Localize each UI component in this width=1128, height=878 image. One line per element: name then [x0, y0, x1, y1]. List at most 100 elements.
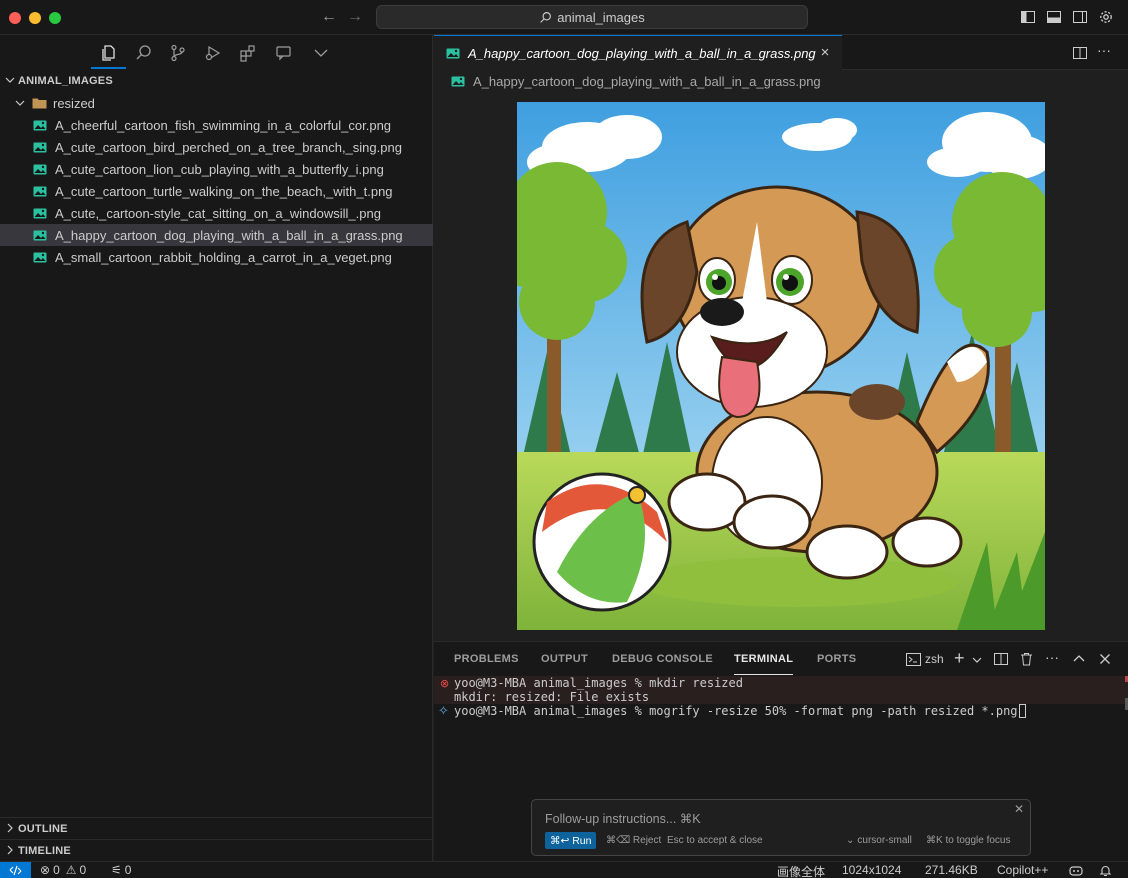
- problems-status[interactable]: ⊗ 0 ⚠ 0: [40, 863, 86, 877]
- file-label: A_cute,_cartoon-style_cat_sitting_on_a_w…: [55, 205, 381, 221]
- breadcrumb-file[interactable]: A_happy_cartoon_dog_playing_with_a_ball_…: [473, 74, 821, 89]
- file-label: A_cheerful_cartoon_fish_swimming_in_a_co…: [55, 117, 392, 133]
- more-actions-icon[interactable]: ···: [1097, 42, 1111, 58]
- toggle-secondary-sidebar-icon[interactable]: [1072, 9, 1088, 25]
- image-dimensions: 1024x1024: [842, 863, 902, 877]
- chat-icon[interactable]: [275, 44, 293, 62]
- error-count: 0: [53, 863, 60, 877]
- folder-icon: [32, 98, 47, 109]
- more-actions-icon[interactable]: ···: [1045, 649, 1059, 665]
- editor-tab-bar: A_happy_cartoon_dog_playing_with_a_ball_…: [434, 35, 1128, 70]
- source-control-icon[interactable]: [169, 44, 187, 62]
- run-debug-icon[interactable]: [204, 44, 222, 62]
- window-maximize-button[interactable]: [49, 12, 61, 24]
- search-icon: [540, 11, 552, 23]
- chevron-right-icon: [7, 823, 13, 833]
- close-panel-icon[interactable]: [1099, 653, 1111, 665]
- cartoon-dog-illustration: [517, 102, 1045, 630]
- run-button[interactable]: ⌘↩ Run: [545, 832, 597, 849]
- file-label: A_cute_cartoon_lion_cub_playing_with_a_b…: [55, 161, 384, 177]
- outline-title: OUTLINE: [18, 822, 68, 835]
- maximize-panel-chevron-up-icon[interactable]: [1073, 653, 1085, 665]
- file-item[interactable]: A_happy_cartoon_dog_playing_with_a_ball_…: [0, 224, 433, 246]
- toggle-panel-icon[interactable]: [1046, 9, 1062, 25]
- copilot-icon[interactable]: [1069, 864, 1083, 877]
- follow-up-input[interactable]: Follow-up instructions... ⌘K: [545, 811, 701, 826]
- chevron-right-icon: [7, 845, 13, 855]
- activity-bar: [0, 35, 433, 70]
- panel-tab-debug-console[interactable]: DEBUG CONSOLE: [612, 653, 713, 665]
- notifications-bell-icon[interactable]: [1099, 864, 1112, 877]
- timeline-section-header[interactable]: TIMELINE: [0, 839, 433, 861]
- command-center-search[interactable]: animal_images: [376, 5, 808, 29]
- new-terminal-icon[interactable]: +: [954, 648, 965, 669]
- sparkle-icon: ✧: [438, 703, 449, 718]
- error-circle-icon: ⊗: [440, 678, 450, 690]
- terminal-line: mkdir: resized: File exists: [454, 690, 650, 704]
- model-name: cursor-small: [857, 835, 912, 846]
- image-file-icon: [33, 142, 47, 152]
- file-item[interactable]: A_cheerful_cartoon_fish_swimming_in_a_co…: [0, 114, 433, 136]
- extensions-icon[interactable]: [239, 44, 257, 62]
- terminal-input-line[interactable]: yoo@M3-MBA animal_images % mogrify -resi…: [454, 704, 1026, 718]
- back-arrow-icon[interactable]: ←: [320, 8, 338, 26]
- file-item[interactable]: A_cute_cartoon_turtle_walking_on_the_bea…: [0, 180, 433, 202]
- panel-tab-terminal[interactable]: TERMINAL: [734, 653, 794, 675]
- file-item[interactable]: A_cute_cartoon_bird_perched_on_a_tree_br…: [0, 136, 433, 158]
- panel-tab-problems[interactable]: PROBLEMS: [454, 653, 519, 665]
- timeline-title: TIMELINE: [18, 844, 71, 857]
- tab-label: A_happy_cartoon_dog_playing_with_a_ball_…: [468, 45, 816, 61]
- split-terminal-icon[interactable]: [994, 652, 1008, 666]
- panel-tab-output[interactable]: OUTPUT: [541, 653, 588, 665]
- terminal-command: yoo@M3-MBA animal_images % mogrify -resi…: [454, 704, 1018, 718]
- active-view-indicator: [91, 67, 126, 69]
- ports-count: 0: [124, 863, 132, 877]
- remote-icon: [9, 865, 22, 876]
- warning-count: 0: [79, 863, 87, 877]
- close-icon[interactable]: ✕: [1014, 802, 1024, 816]
- image-file-icon: [451, 76, 465, 86]
- reject-button[interactable]: ⌘⌫ Reject: [606, 835, 661, 846]
- settings-gear-icon[interactable]: [1098, 9, 1114, 25]
- search-icon[interactable]: [135, 44, 153, 62]
- image-zoom-status[interactable]: 画像全体: [777, 863, 825, 878]
- file-item[interactable]: A_cute,_cartoon-style_cat_sitting_on_a_w…: [0, 202, 433, 224]
- error-icon: ⊗: [40, 863, 51, 877]
- chevron-down-icon: [15, 100, 25, 106]
- forward-arrow-icon[interactable]: →: [346, 8, 364, 26]
- broadcast-icon: ⚟: [111, 863, 122, 877]
- image-file-icon: [33, 164, 47, 174]
- image-file-icon: [33, 252, 47, 262]
- warning-icon: ⚠: [65, 863, 77, 877]
- chevron-down-icon[interactable]: [312, 44, 330, 62]
- image-file-size: 271.46KB: [925, 863, 978, 877]
- search-text: animal_images: [557, 9, 645, 25]
- ports-status[interactable]: ⚟ 0: [111, 863, 131, 877]
- panel-tab-ports[interactable]: PORTS: [817, 653, 856, 665]
- sidebar: ANIMAL_IMAGES resized A_cheerful_cartoon…: [0, 35, 433, 861]
- close-icon[interactable]: ×: [818, 45, 832, 60]
- dog-image-preview[interactable]: [517, 102, 1045, 630]
- terminal-shell-selector[interactable]: zsh: [906, 652, 944, 666]
- folder-resized[interactable]: resized: [0, 92, 433, 114]
- chevron-down-icon[interactable]: [972, 655, 982, 665]
- editor-tab-active[interactable]: A_happy_cartoon_dog_playing_with_a_ball_…: [434, 35, 842, 70]
- file-label: A_cute_cartoon_turtle_walking_on_the_bea…: [55, 183, 393, 199]
- explorer-section-header[interactable]: ANIMAL_IMAGES: [0, 70, 433, 92]
- window-close-button[interactable]: [9, 12, 21, 24]
- file-item[interactable]: A_cute_cartoon_lion_cub_playing_with_a_b…: [0, 158, 433, 180]
- trash-icon[interactable]: [1020, 652, 1033, 666]
- explorer-files-icon[interactable]: [100, 44, 118, 62]
- follow-up-widget: Follow-up instructions... ⌘K ✕ ⌘↩ Run ⌘⌫…: [531, 799, 1031, 856]
- outline-section-header[interactable]: OUTLINE: [0, 817, 433, 839]
- window-minimize-button[interactable]: [29, 12, 41, 24]
- status-bar: ⊗ 0 ⚠ 0 ⚟ 0 画像全体 1024x1024 271.46KB Copilot…: [0, 861, 1128, 878]
- toggle-primary-sidebar-icon[interactable]: [1020, 9, 1036, 25]
- model-selector[interactable]: ⌄ cursor-small: [846, 835, 912, 846]
- split-editor-icon[interactable]: [1072, 45, 1088, 61]
- file-item[interactable]: A_small_cartoon_rabbit_holding_a_carrot_…: [0, 246, 433, 268]
- terminal-cursor: [1018, 704, 1026, 718]
- terminal-icon: [906, 652, 921, 666]
- copilot-status[interactable]: Copilot++: [997, 863, 1048, 877]
- remote-indicator[interactable]: [0, 862, 31, 878]
